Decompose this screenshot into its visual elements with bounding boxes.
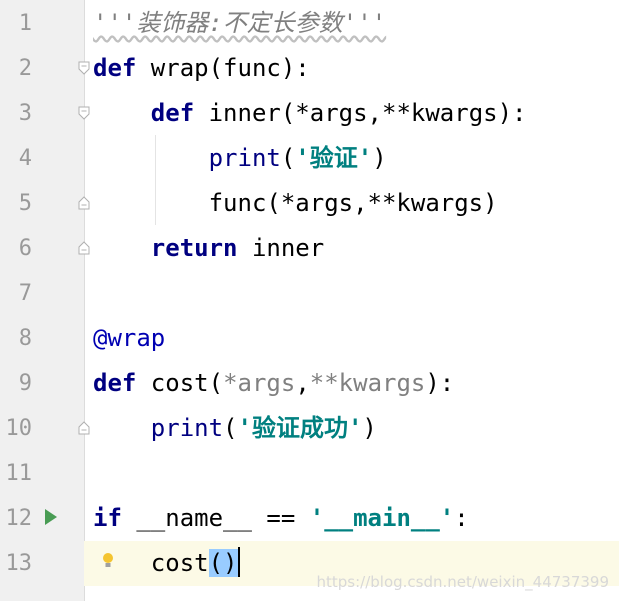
decorator-token: @wrap (93, 324, 166, 352)
code-token: wrap(func): (136, 54, 310, 82)
keyword-token: def (150, 99, 195, 127)
builtin-token: print (208, 144, 281, 172)
string-token: '__main__' (309, 504, 455, 532)
fold-marker-icon[interactable] (78, 196, 90, 210)
code-text[interactable]: cost() (93, 541, 240, 586)
line-number: 10 (5, 416, 33, 441)
code-text[interactable]: if __name__ == '__main__': (93, 496, 469, 541)
builtin-token: print (150, 414, 224, 442)
code-line[interactable]: 10 print('验证成功') (0, 406, 619, 451)
fold-marker-icon[interactable] (78, 241, 90, 255)
code-line[interactable]: 8 @wrap (0, 316, 619, 361)
code-token: __name__ == (121, 504, 310, 532)
watermark: https://blog.csdn.net/weixin_44737399 (316, 573, 609, 591)
code-text[interactable]: return inner (93, 226, 324, 271)
code-line[interactable]: 9 def cost(*args,**kwargs): (0, 361, 619, 406)
line-number: 4 (18, 146, 32, 171)
code-line[interactable]: 12 if __name__ == '__main__': (0, 496, 619, 541)
code-line[interactable]: 3 def inner(*args,**kwargs): (0, 91, 619, 136)
line-number: 3 (18, 101, 32, 126)
param-token: **kwargs (309, 369, 426, 397)
param-token: *args (223, 369, 296, 397)
line-number: 8 (18, 326, 32, 351)
code-token: ): (425, 369, 455, 397)
code-token: ) (362, 414, 377, 442)
keyword-token: return (150, 234, 238, 262)
code-line[interactable]: 11 (0, 451, 619, 496)
line-number: 6 (18, 236, 32, 261)
code-line[interactable]: 6 return inner (0, 226, 619, 271)
line-number: 12 (5, 506, 33, 531)
line-number: 7 (18, 281, 32, 306)
fold-marker-icon[interactable] (78, 106, 90, 120)
line-number: 1 (18, 11, 32, 36)
line-number: 5 (18, 191, 32, 216)
run-arrow-icon[interactable] (43, 508, 59, 526)
brace-match-token: () (208, 549, 238, 577)
code-token: inner(*args,**kwargs): (194, 99, 527, 127)
keyword-token: if (93, 504, 122, 532)
line-number: 11 (5, 461, 33, 486)
text-caret (237, 547, 240, 577)
code-text[interactable]: def cost(*args,**kwargs): (93, 361, 454, 406)
code-line[interactable]: 5 func(*args,**kwargs) (0, 181, 619, 226)
code-token: ) (372, 144, 387, 172)
code-text[interactable]: print('验证成功') (93, 406, 377, 451)
line-number: 13 (5, 551, 33, 576)
fold-marker-icon[interactable] (78, 61, 90, 75)
code-text[interactable]: func(*args,**kwargs) (93, 181, 498, 226)
code-token: cost( (136, 369, 224, 397)
line-number: 9 (18, 371, 32, 396)
code-text[interactable]: print('验证') (93, 136, 387, 181)
docstring-token: '''装饰器:不定长参数''' (93, 9, 387, 37)
code-token: cost (93, 549, 209, 577)
code-token: : (454, 504, 469, 532)
keyword-token: def (93, 369, 137, 397)
code-line[interactable]: 1 '''装饰器:不定长参数''' (0, 1, 619, 46)
code-token: ( (223, 414, 238, 442)
code-text[interactable]: @wrap (93, 316, 165, 361)
code-text[interactable]: def inner(*args,**kwargs): (93, 91, 527, 136)
line-number: 2 (18, 56, 32, 81)
code-text[interactable]: def wrap(func): (93, 46, 310, 91)
code-line[interactable]: 7 (0, 271, 619, 316)
code-line[interactable]: 2 def wrap(func): (0, 46, 619, 91)
code-line[interactable]: 4 print('验证') (0, 136, 619, 181)
keyword-token: def (93, 54, 137, 82)
code-text[interactable]: '''装饰器:不定长参数''' (93, 1, 386, 46)
string-token: '验证成功' (237, 414, 363, 442)
code-token: ( (280, 144, 296, 172)
code-token: func(*args,**kwargs) (93, 189, 498, 217)
code-editor[interactable]: 1 '''装饰器:不定长参数''' 2 def wrap(func): 3 def in… (0, 0, 619, 601)
code-token: , (295, 369, 310, 397)
fold-marker-icon[interactable] (78, 421, 90, 435)
code-token: inner (237, 234, 325, 262)
string-token: '验证' (295, 144, 373, 172)
